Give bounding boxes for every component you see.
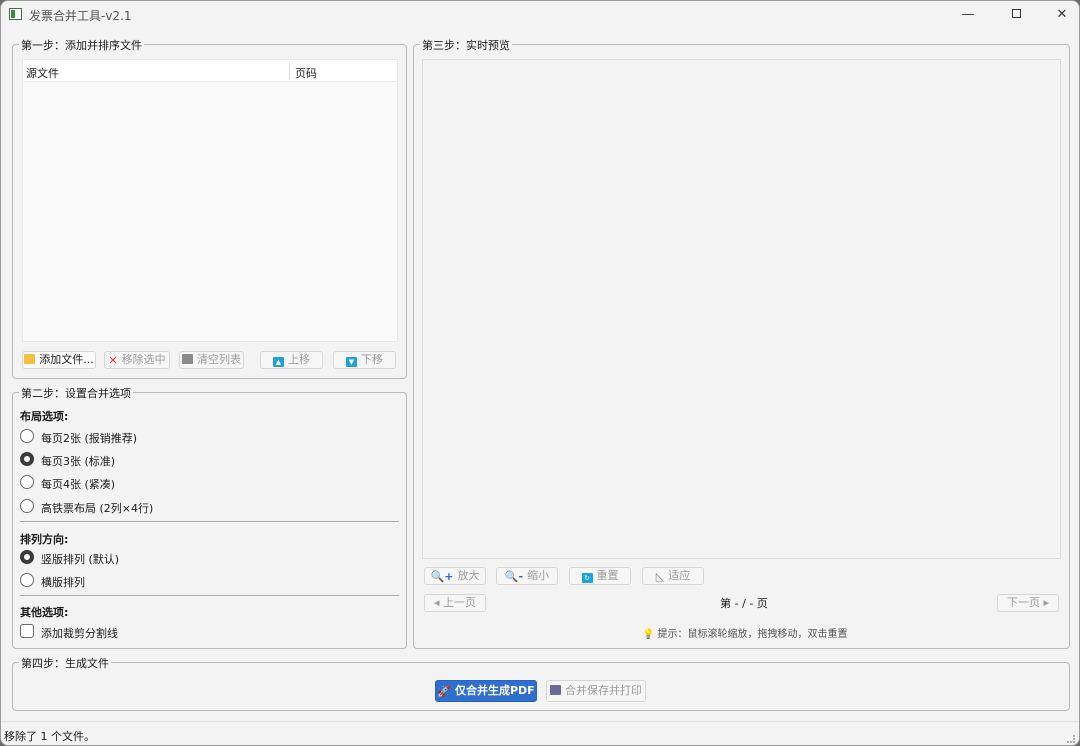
add-files-label: 添加文件...: [39, 353, 94, 366]
move-up-button[interactable]: ▲ 上移: [260, 351, 323, 369]
zoom-in-label: 放大: [457, 569, 480, 582]
reset-view-button[interactable]: ↻ 重置: [569, 567, 631, 585]
remove-selected-label: 移除选中: [121, 353, 166, 366]
resize-grip-icon[interactable]: [1067, 735, 1075, 743]
options-divider: [20, 595, 399, 596]
lightbulb-icon: 💡: [642, 629, 655, 640]
step1-legend: 第一步：添加并排序文件: [19, 37, 144, 53]
move-down-label: 下移: [361, 353, 383, 366]
rocket-icon: 🚀: [437, 685, 451, 698]
move-up-label: 上移: [288, 353, 310, 366]
hint-text: 提示：鼠标滚轮缩放，拖拽移动，双击重置: [657, 629, 848, 640]
step1-group: 第一步：添加并排序文件 源文件 页码 添加文件... ✕ 移除选中 清空列表 ▲ 上…: [12, 37, 407, 379]
step4-group: 第四步：生成文件 🚀 仅合并生成PDF 合并保存并打印: [12, 655, 1070, 711]
file-list[interactable]: 源文件 页码: [22, 59, 398, 342]
column-header-page[interactable]: 页码: [295, 65, 317, 81]
status-message: 移除了 1 个文件。: [4, 730, 95, 743]
radio-button-checked[interactable]: [20, 452, 34, 466]
clear-list-label: 清空列表: [197, 353, 241, 366]
zoom-out-icon: 🔍-: [504, 570, 524, 583]
layout-option-label: 每页3张 (标准): [41, 455, 116, 468]
layout-option-label: 每页4张 (紧凑): [41, 478, 116, 491]
preview-hint: 💡 提示：鼠标滚轮缩放，拖拽移动，双击重置: [642, 625, 847, 640]
step3-legend: 第三步：实时预览: [420, 37, 512, 53]
zoom-out-label: 缩小: [527, 569, 550, 582]
close-button[interactable]: ✕: [1039, 1, 1079, 29]
prev-page-button[interactable]: ◂ 上一页: [424, 594, 486, 612]
minimize-button[interactable]: —: [945, 1, 991, 29]
move-down-button[interactable]: ▼ 下移: [333, 351, 396, 369]
layout-option-label: 高铁票布局 (2列×4行): [41, 502, 154, 515]
remove-x-icon: ✕: [108, 354, 118, 367]
maximize-icon: [1011, 9, 1021, 18]
file-list-header: 源文件 页码: [23, 60, 397, 82]
radio-button[interactable]: [20, 499, 34, 513]
direction-title: 排列方向:: [20, 533, 69, 546]
radio-button[interactable]: [20, 429, 34, 443]
zoom-in-button[interactable]: 🔍+ 放大: [424, 567, 486, 585]
direction-option-label: 竖版排列 (默认): [41, 553, 120, 566]
radio-button[interactable]: [20, 475, 34, 489]
generate-pdf-label: 仅合并生成PDF: [454, 684, 535, 697]
zoom-out-button[interactable]: 🔍- 缩小: [496, 567, 558, 585]
maximize-button[interactable]: [993, 1, 1039, 29]
other-options-title: 其他选项:: [20, 606, 69, 619]
save-print-button[interactable]: 合并保存并打印: [546, 680, 646, 702]
step2-legend: 第二步：设置合并选项: [19, 385, 133, 401]
step3-group: 第三步：实时预览 🔍+ 放大 🔍- 缩小 ↻ 重置 ◺ 适应 ◂ 上一页 第 - / -…: [413, 37, 1070, 649]
app-window: 发票合并工具-v2.1 — ✕ 第一步：添加并排序文件 源文件 页码 添加文件.…: [0, 0, 1080, 746]
radio-button-checked[interactable]: [20, 550, 34, 564]
reset-icon: ↻: [581, 573, 593, 583]
clear-list-button[interactable]: 清空列表: [179, 351, 244, 369]
step4-legend: 第四步：生成文件: [19, 655, 111, 671]
fit-label: 适应: [668, 569, 691, 582]
page-indicator: 第 - / - 页: [720, 597, 768, 610]
down-arrow-icon: ▼: [346, 357, 357, 367]
layout-options-title: 布局选项:: [20, 410, 69, 423]
generate-pdf-button[interactable]: 🚀 仅合并生成PDF: [435, 680, 537, 702]
app-icon: [9, 8, 22, 20]
cut-line-checkbox[interactable]: [20, 624, 34, 638]
cut-line-label: 添加裁剪分割线: [41, 627, 118, 640]
folder-icon: [24, 354, 36, 364]
save-print-label: 合并保存并打印: [565, 684, 642, 697]
up-arrow-icon: ▲: [273, 357, 284, 367]
remove-selected-button[interactable]: ✕ 移除选中: [104, 351, 170, 369]
reset-label: 重置: [596, 569, 619, 582]
window-title: 发票合并工具-v2.1: [29, 9, 132, 23]
direction-option-label: 横版排列: [41, 576, 85, 589]
status-bar: 移除了 1 个文件。: [1, 721, 1079, 745]
preview-canvas[interactable]: [422, 59, 1061, 559]
step2-group: 第二步：设置合并选项 布局选项: 每页2张 (报销推荐) 每页3张 (标准) 每…: [12, 385, 407, 649]
options-divider: [20, 521, 399, 522]
fit-view-button[interactable]: ◺ 适应: [642, 567, 704, 585]
layout-option-label: 每页2张 (报销推荐): [41, 432, 138, 445]
column-separator: [289, 62, 290, 80]
add-files-button[interactable]: 添加文件...: [22, 351, 96, 369]
fit-icon: ◺: [655, 570, 665, 583]
next-page-button[interactable]: 下一页 ▸: [997, 594, 1059, 612]
printer-icon: [550, 685, 561, 695]
radio-button[interactable]: [20, 573, 34, 587]
zoom-in-icon: 🔍+: [430, 570, 454, 583]
title-bar[interactable]: 发票合并工具-v2.1 — ✕: [1, 1, 1079, 29]
trash-icon: [182, 354, 193, 364]
column-header-source[interactable]: 源文件: [26, 65, 59, 81]
